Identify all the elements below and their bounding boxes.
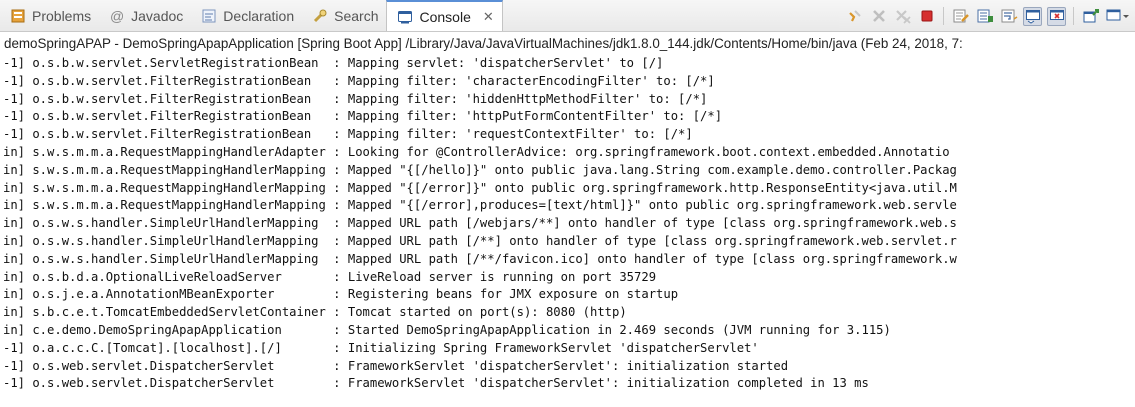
console-line: -1] o.a.c.c.C.[Tomcat].[localhost].[/] :… [3, 340, 759, 355]
console-line: -1] o.s.b.w.servlet.FilterRegistrationBe… [3, 91, 708, 106]
remove-all-terminated-icon[interactable] [869, 7, 888, 26]
view-tab-bar: Problems @ Javadoc Declaration Search Co… [0, 0, 1135, 32]
console-line: in] o.s.w.s.handler.SimpleUrlHandlerMapp… [3, 216, 957, 231]
scroll-lock-icon[interactable] [975, 7, 994, 26]
tab-label: Console [419, 9, 471, 25]
console-line: in] s.w.s.m.m.a.RequestMappingHandlerMap… [3, 162, 957, 177]
console-output[interactable]: -1] o.s.b.w.servlet.ServletRegistrationB… [0, 55, 1135, 393]
console-line: in] o.s.w.s.handler.SimpleUrlHandlerMapp… [3, 233, 957, 248]
tab-label: Javadoc [131, 7, 184, 24]
console-line: in] s.w.s.m.m.a.RequestMappingHandlerMap… [3, 198, 957, 213]
show-on-stdout-icon[interactable] [1023, 6, 1042, 26]
tab-label: Declaration [223, 7, 295, 24]
search-icon [312, 8, 328, 24]
console-toolbar [839, 0, 1131, 31]
tab-declaration[interactable]: Declaration [191, 0, 302, 31]
console-line: -1] o.s.b.w.servlet.FilterRegistrationBe… [3, 109, 723, 124]
show-on-stderr-icon[interactable] [1047, 6, 1066, 26]
remove-launch-icon[interactable] [845, 7, 864, 26]
tab-console[interactable]: Console ✕ [386, 0, 503, 31]
console-line: -1] o.s.web.servlet.DispatcherServlet : … [3, 358, 789, 373]
close-icon[interactable]: ✕ [483, 9, 494, 25]
display-console-icon[interactable] [1105, 7, 1131, 26]
console-line: in] c.e.demo.DemoSpringApapApplication :… [3, 322, 891, 337]
tab-problems[interactable]: Problems [0, 0, 99, 31]
remove-terminated-icon[interactable] [893, 7, 912, 26]
console-line: -1] o.s.web.servlet.DispatcherServlet : … [3, 376, 869, 391]
pin-console-icon[interactable] [1081, 7, 1100, 26]
terminate-icon[interactable] [917, 7, 936, 26]
problems-icon [10, 8, 26, 24]
console-line: in] o.s.b.d.a.OptionalLiveReloadServer :… [3, 269, 657, 284]
console-line: -1] o.s.b.w.servlet.ServletRegistrationB… [3, 56, 664, 70]
tab-javadoc[interactable]: @ Javadoc [99, 0, 191, 31]
console-line: in] s.w.s.m.m.a.RequestMappingHandlerMap… [3, 180, 957, 195]
clear-console-icon[interactable] [951, 7, 970, 26]
declaration-icon [201, 8, 217, 24]
tab-search[interactable]: Search [302, 0, 386, 31]
console-line: -1] o.s.b.w.servlet.FilterRegistrationBe… [3, 127, 693, 142]
javadoc-icon: @ [110, 7, 125, 24]
toolbar-separator [1073, 7, 1074, 25]
tab-label: Search [334, 7, 379, 24]
toolbar-separator [943, 7, 944, 25]
console-line: in] o.s.j.e.a.AnnotationMBeanExporter : … [3, 287, 679, 302]
console-line: in] s.w.s.m.m.a.RequestMappingHandlerAda… [3, 144, 950, 159]
console-line: in] o.s.w.s.handler.SimpleUrlHandlerMapp… [3, 251, 957, 266]
console-icon [397, 9, 413, 25]
console-header: demoSpringAPAP - DemoSpringApapApplicati… [4, 36, 963, 51]
console-line: in] s.b.c.e.t.TomcatEmbeddedServletConta… [3, 305, 627, 320]
word-wrap-icon[interactable] [999, 7, 1018, 26]
tab-label: Problems [32, 7, 92, 24]
console-line: -1] o.s.b.w.servlet.FilterRegistrationBe… [3, 73, 715, 88]
